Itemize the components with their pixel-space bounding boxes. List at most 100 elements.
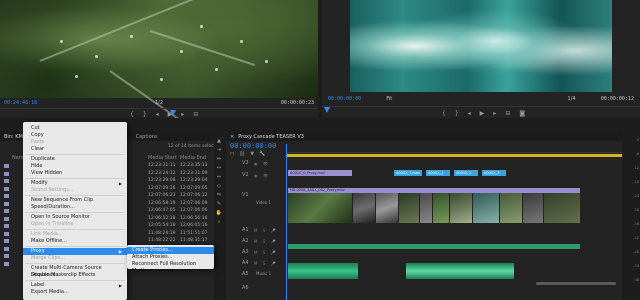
track-v3-controls[interactable]: ◉ 👁 <box>254 161 270 166</box>
water-drop <box>160 78 163 81</box>
menu-item-link-media[interactable]: Link Media... <box>23 231 127 238</box>
menu-item-export-media[interactable]: Export Media... <box>23 289 127 296</box>
menu-item-label: Open In Source Monitor <box>31 214 90 220</box>
track-v1[interactable]: V1 <box>242 192 249 198</box>
menu-item-hide[interactable]: Hide <box>23 163 127 170</box>
meter-scale-label: -36 <box>633 222 639 226</box>
track-a2[interactable]: A2 <box>242 238 249 244</box>
sequence-tab[interactable]: Proxy Cascade TEASER V3 <box>238 134 304 140</box>
menu-item-clear[interactable]: Clear <box>23 146 127 153</box>
column-media-start[interactable]: Media Start <box>148 155 177 161</box>
snap-icon[interactable]: ⊓ <box>230 151 234 157</box>
submenu-item-reconnect-full-resolution-media[interactable]: Reconnect Full Resolution Media... <box>127 261 214 274</box>
track-v2[interactable]: V2 <box>242 172 249 178</box>
razor-tool-icon[interactable]: ◇ <box>215 183 223 190</box>
track-a3[interactable]: A3 <box>242 249 249 255</box>
close-icon[interactable]: × <box>230 134 234 140</box>
program-scale[interactable]: 1/4 <box>568 96 576 102</box>
step-back-icon[interactable]: ◂ <box>156 111 159 118</box>
slip-tool-icon[interactable]: ⇋ <box>215 192 223 199</box>
menu-item-label: Merge Clips... <box>31 255 66 261</box>
menu-item-proxy[interactable]: Proxy ▶ <box>23 248 127 255</box>
source-video-frame[interactable] <box>0 0 318 118</box>
track-select-tool-icon[interactable]: ⇥ <box>215 147 223 154</box>
clip-v2[interactable]: A001X_2 <box>454 170 478 176</box>
zoom-tool-icon[interactable]: ⌕ <box>215 219 223 226</box>
timeline-scrollbar[interactable] <box>536 282 616 285</box>
insert-icon[interactable]: ⊟ <box>193 111 198 118</box>
selection-tool-icon[interactable]: ▲ <box>215 138 223 145</box>
ripple-edit-tool-icon[interactable]: ⇹ <box>215 156 223 163</box>
menu-item-view-hidden[interactable]: View Hidden <box>23 170 127 177</box>
step-forward-icon[interactable]: ▸ <box>493 110 496 117</box>
menu-item-duplicate[interactable]: Duplicate <box>23 156 127 163</box>
track-a3-controls[interactable]: M S 🎤 <box>254 250 278 255</box>
mark-in-icon[interactable]: { <box>442 110 446 117</box>
track-a4[interactable]: A4 <box>242 260 249 266</box>
timeline-ruler[interactable] <box>286 144 622 153</box>
menu-item-merge-clips[interactable]: Merge Clips... <box>23 255 127 262</box>
track-a4-controls[interactable]: M S 🎤 <box>254 261 278 266</box>
menu-item-label[interactable]: Label ▶ <box>23 282 127 289</box>
track-v2-controls[interactable]: ◉ 👁 <box>254 173 270 178</box>
program-video-frame[interactable] <box>350 0 612 92</box>
menu-item-sound-settings[interactable]: Sound Settings... <box>23 187 127 194</box>
menu-item-modify[interactable]: Modify ▶ <box>23 180 127 187</box>
track-a2-controls[interactable]: M S 🎤 <box>254 239 278 244</box>
rolling-edit-tool-icon[interactable]: ↔ <box>215 165 223 172</box>
step-forward-icon[interactable]: ▸ <box>181 111 184 118</box>
source-timecode[interactable]: 00:24:46:18 <box>4 100 37 106</box>
clip-v2[interactable]: A001X_1.mov <box>394 170 422 176</box>
track-a5[interactable]: A5 <box>242 271 249 277</box>
submenu-item-create-proxies[interactable]: Create Proxies... <box>127 247 214 254</box>
timeline-playhead[interactable] <box>286 144 287 300</box>
linked-selection-icon[interactable]: ⛓ <box>239 151 245 157</box>
mark-out-icon[interactable]: } <box>455 110 459 117</box>
rate-stretch-tool-icon[interactable]: ⇔ <box>215 174 223 181</box>
play-icon[interactable]: ▶ <box>480 110 485 117</box>
program-playhead[interactable] <box>324 107 330 113</box>
menu-item-paste[interactable]: Paste <box>23 139 127 146</box>
mark-in-icon[interactable]: { <box>130 111 134 118</box>
source-time-ruler[interactable]: { } ◂ ▶ ▸ ⊟ <box>0 108 318 118</box>
clip-v2[interactable]: A001X_2 <box>426 170 450 176</box>
pen-tool-icon[interactable]: ✎ <box>215 201 223 208</box>
wrench-icon[interactable]: 🔧 <box>259 151 265 157</box>
menu-item-make-offline[interactable]: Make Offline... <box>23 238 127 245</box>
menu-item-disable-masterclip-effects[interactable]: Disable Masterclip Effects <box>23 272 127 279</box>
track-a1-controls[interactable]: M S 🎤 <box>254 228 278 233</box>
clip-a3-audio[interactable] <box>288 244 580 249</box>
work-area-bar[interactable] <box>286 154 622 157</box>
add-marker-icon[interactable]: ▼ <box>250 151 254 157</box>
menu-item-open-in-timeline[interactable]: Open In Timeline <box>23 221 127 228</box>
menu-item-new-sequence-from-clip[interactable]: New Sequence From Clip <box>23 197 127 204</box>
tab-captions[interactable]: Captions <box>136 134 158 140</box>
program-fit[interactable]: Fit <box>386 96 392 102</box>
clip-v1-group[interactable]: HD 0006_3AUX_002_Proxy.mov <box>288 188 580 223</box>
program-time-ruler[interactable]: { } ◂ ▶ ▸ ⊟ ◙ <box>322 106 640 118</box>
menu-item-open-in-source-monitor[interactable]: Open In Source Monitor <box>23 214 127 221</box>
play-icon[interactable]: ▶ <box>168 111 173 118</box>
step-back-icon[interactable]: ◂ <box>468 110 471 117</box>
clip-v2[interactable]: A001X_3 <box>482 170 506 176</box>
track-a1[interactable]: A1 <box>242 227 249 233</box>
source-fit[interactable]: 1/2 <box>155 100 163 106</box>
clip-a5-audio[interactable] <box>406 263 514 279</box>
menu-item-copy[interactable]: Copy <box>23 132 127 139</box>
track-v3[interactable]: V3 <box>242 160 249 166</box>
camera-icon[interactable]: ◙ <box>519 110 525 117</box>
clip-v3[interactable]: A001C_0_Proxy.mov <box>288 170 352 176</box>
clip-a5-audio[interactable] <box>288 263 358 279</box>
menu-item-create-multi-camera-source-sequence[interactable]: Create Multi-Camera Source Sequence... <box>23 265 127 278</box>
timeline-timecode[interactable]: 00:00:00:00 <box>230 142 276 150</box>
column-media-end[interactable]: Media End <box>180 155 206 161</box>
hand-tool-icon[interactable]: ✋ <box>215 210 223 217</box>
program-timecode[interactable]: 00:00:00:00 <box>328 96 361 102</box>
lift-icon[interactable]: ⊟ <box>505 110 510 117</box>
menu-item-cut[interactable]: Cut <box>23 125 127 132</box>
submenu-item-attach-proxies[interactable]: Attach Proxies... <box>127 254 214 261</box>
mark-out-icon[interactable]: } <box>143 111 147 118</box>
menu-item-label: Sound Settings... <box>31 187 74 193</box>
menu-item-speed-duration[interactable]: Speed/Duration... <box>23 204 127 211</box>
track-a6[interactable]: A6 <box>242 285 249 291</box>
